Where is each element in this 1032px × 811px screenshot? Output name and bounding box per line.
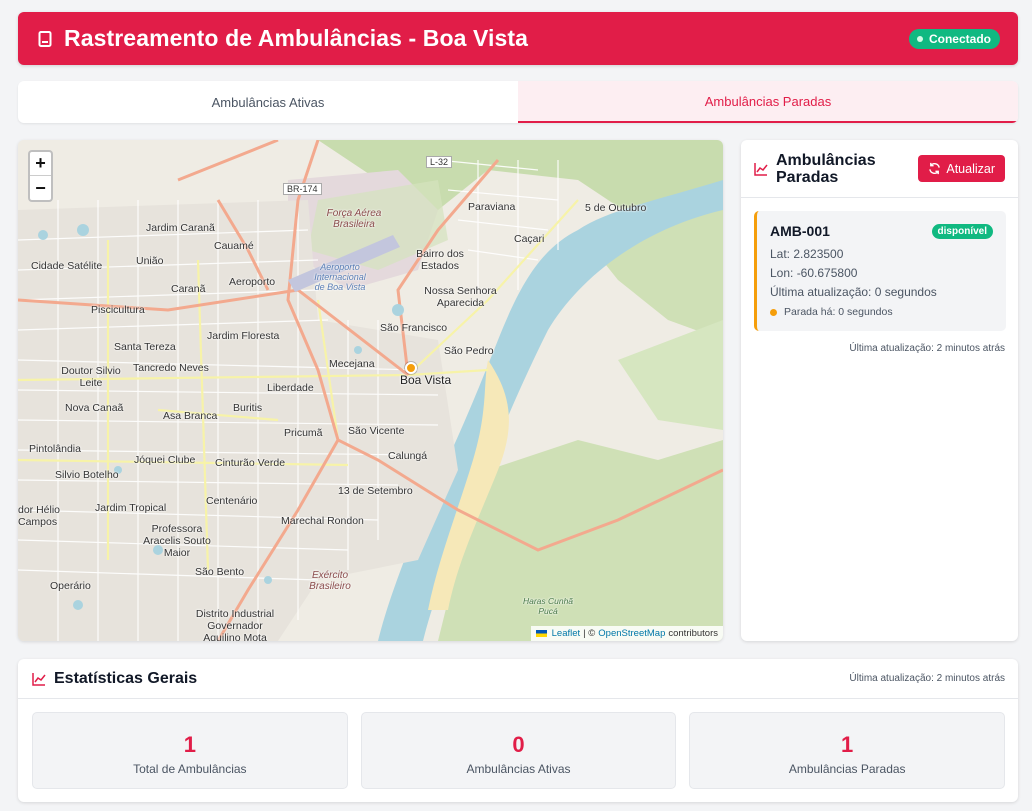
- map-label-professora-aracelis: Professora Aracelis Souto Maior: [143, 523, 211, 559]
- map-label-5-de-outubro: 5 de Outubro: [585, 202, 647, 214]
- panel-header: Ambulâncias Paradas Atualizar: [741, 140, 1018, 198]
- ambulance-latitude: Lat: 2.823500: [770, 247, 844, 261]
- availability-badge: disponível: [931, 223, 993, 239]
- ambulance-last-update: Última atualização: 0 segundos: [770, 285, 937, 299]
- ukraine-flag-icon: [535, 630, 547, 637]
- map-label-asa-branca: Asa Branca: [163, 410, 218, 422]
- map-label-bairro-dos-estados: Bairro dos Estados: [416, 248, 464, 272]
- map-label-sao-vicente: São Vicente: [348, 425, 405, 437]
- map-label-sao-pedro: São Pedro: [444, 345, 494, 357]
- openstreetmap-link[interactable]: OpenStreetMap: [598, 628, 665, 639]
- stopped-duration-label: Parada há: 0 segundos: [784, 306, 893, 318]
- stat-total-value: 1: [183, 731, 196, 757]
- map-label-paraviana: Paraviana: [468, 201, 516, 213]
- map-label-doutor-helio-campos: dor Hélio Campos: [18, 504, 61, 528]
- map-label-cidade-satelite: Cidade Satélite: [31, 260, 103, 272]
- chart-line-icon: [32, 672, 46, 686]
- map-label-distrito-industrial: Distrito Industrial Governador Aquilino …: [195, 608, 275, 641]
- status-dot-icon: [916, 35, 923, 42]
- map-label-sao-bento: São Bento: [195, 566, 245, 578]
- stats-updated-time: Última atualização: 2 minutos atrás: [849, 673, 1005, 684]
- zoom-out-button[interactable]: −: [30, 176, 51, 200]
- attribution-separator: | ©: [583, 628, 596, 639]
- zoom-in-button[interactable]: +: [30, 152, 51, 176]
- map-label-br174: BR-174: [283, 183, 322, 195]
- panel-updated-time: Última atualização: 2 minutos atrás: [849, 343, 1005, 354]
- stat-stopped: 1 Ambulâncias Paradas: [689, 712, 1006, 789]
- map-label-exercito: Exército Brasileiro: [309, 570, 351, 592]
- stat-active-value: 0: [512, 731, 525, 757]
- map-label-forca-aerea: Força Aérea Brasileira: [326, 208, 382, 230]
- tab-active-ambulances[interactable]: Ambulâncias Ativas: [18, 81, 518, 123]
- map-label-joquei-clube: Jóquei Clube: [134, 454, 196, 466]
- map-label-jardim-floresta: Jardim Floresta: [207, 330, 280, 342]
- map-label-marechal-rondon: Marechal Rondon: [281, 515, 364, 527]
- map-label-liberdade: Liberdade: [267, 382, 314, 394]
- map-label-buritis: Buritis: [233, 402, 263, 414]
- refresh-icon: [929, 162, 941, 175]
- map-label-cauame: Cauamé: [214, 240, 254, 252]
- map-label-piscicultura: Piscicultura: [91, 304, 145, 316]
- refresh-label: Atualizar: [946, 161, 995, 176]
- map-label-doutor-silvio-leite: Doutor Silvio Leite: [61, 365, 121, 389]
- ambulance-card[interactable]: AMB-001 disponível Lat: 2.823500 Lon: -6…: [754, 211, 1006, 331]
- stopped-duration: Parada há: 0 segundos: [770, 306, 993, 318]
- map-label-silvio-botelho: Silvio Botelho: [55, 469, 119, 481]
- map-label-cacari: Caçari: [514, 233, 545, 245]
- stat-active-label: Ambulâncias Ativas: [466, 761, 571, 776]
- refresh-button[interactable]: Atualizar: [918, 155, 1005, 182]
- map-label-centenario: Centenário: [206, 495, 258, 507]
- tab-stopped-ambulances[interactable]: Ambulâncias Paradas: [518, 81, 1018, 123]
- stat-stopped-label: Ambulâncias Paradas: [788, 761, 906, 776]
- map-label-operario: Operário: [50, 580, 91, 592]
- map-label-13-de-setembro: 13 de Setembro: [338, 485, 413, 497]
- map-label-pintolandia: Pintolândia: [29, 443, 81, 455]
- page-title: Rastreamento de Ambulâncias - Boa Vista: [64, 25, 529, 51]
- stopped-ambulances-panel: Ambulâncias Paradas Atualizar AMB-001 di…: [741, 140, 1018, 641]
- zoom-control: + −: [28, 150, 53, 202]
- map-label-uniao: União: [136, 255, 164, 267]
- map-label-jardim-carana: Jardim Caranã: [146, 222, 215, 234]
- stat-total-label: Total de Ambulâncias: [133, 761, 247, 776]
- map-label-l32: L-32: [426, 156, 453, 168]
- map-label-nova-canaa: Nova Canaã: [65, 402, 124, 414]
- map-label-calunga: Calungá: [388, 450, 428, 462]
- ambulance-longitude: Lon: -60.675800: [770, 266, 858, 280]
- map-label-santa-tereza: Santa Tereza: [114, 341, 176, 353]
- chart-line-icon: [754, 162, 768, 176]
- ambulance-code: AMB-001: [770, 223, 830, 239]
- map-attribution: Leaflet | © OpenStreetMap contributors: [530, 626, 723, 641]
- connection-status-badge: Conectado: [908, 28, 1000, 49]
- map-label-carana: Caranã: [171, 283, 206, 295]
- connection-status-label: Conectado: [928, 31, 991, 46]
- map-view[interactable]: Boa Vista Paraviana 5 de Outubro Caçari …: [18, 140, 723, 641]
- leaflet-link[interactable]: Leaflet: [552, 628, 581, 639]
- map-label-aeroporto: Aeroporto: [229, 276, 276, 288]
- map-label-pricuma: Pricumã: [284, 427, 323, 439]
- stat-stopped-value: 1: [841, 731, 854, 757]
- stats-grid: 1 Total de Ambulâncias 0 Ambulâncias Ati…: [18, 699, 1018, 789]
- map-label-mecejana: Mecejana: [329, 358, 375, 370]
- map-label-jardim-tropical: Jardim Tropical: [95, 502, 167, 514]
- map-label-tancredo-neves: Tancredo Neves: [133, 362, 209, 374]
- panel-title: Ambulâncias Paradas: [776, 151, 876, 186]
- general-stats-panel: Estatísticas Gerais Última atualização: …: [18, 659, 1018, 802]
- stopped-dot-icon: [770, 308, 777, 316]
- stats-title: Estatísticas Gerais: [54, 669, 198, 687]
- tab-bar: Ambulâncias Ativas Ambulâncias Paradas: [18, 81, 1018, 123]
- map-label-haras: Haras Cunhã Pucá: [522, 596, 574, 616]
- attribution-suffix: contributors: [668, 628, 718, 639]
- map-label-cinturao-verde: Cinturão Verde: [215, 457, 286, 469]
- map-label-aeroporto-internacional: Aeroporto Internacional de Boa Vista: [314, 262, 366, 292]
- bookmark-icon: [36, 30, 54, 48]
- map-label-sao-francisco: São Francisco: [380, 322, 448, 334]
- stats-header: Estatísticas Gerais Última atualização: …: [18, 659, 1018, 699]
- map-label-boa-vista: Boa Vista: [400, 373, 452, 387]
- stat-active: 0 Ambulâncias Ativas: [360, 712, 677, 789]
- stat-total: 1 Total de Ambulâncias: [32, 712, 348, 789]
- app-header: Rastreamento de Ambulâncias - Boa Vista …: [18, 12, 1018, 65]
- ambulance-marker[interactable]: [405, 362, 417, 374]
- map-label-nossa-senhora: Nossa Senhora Aparecida: [424, 285, 497, 309]
